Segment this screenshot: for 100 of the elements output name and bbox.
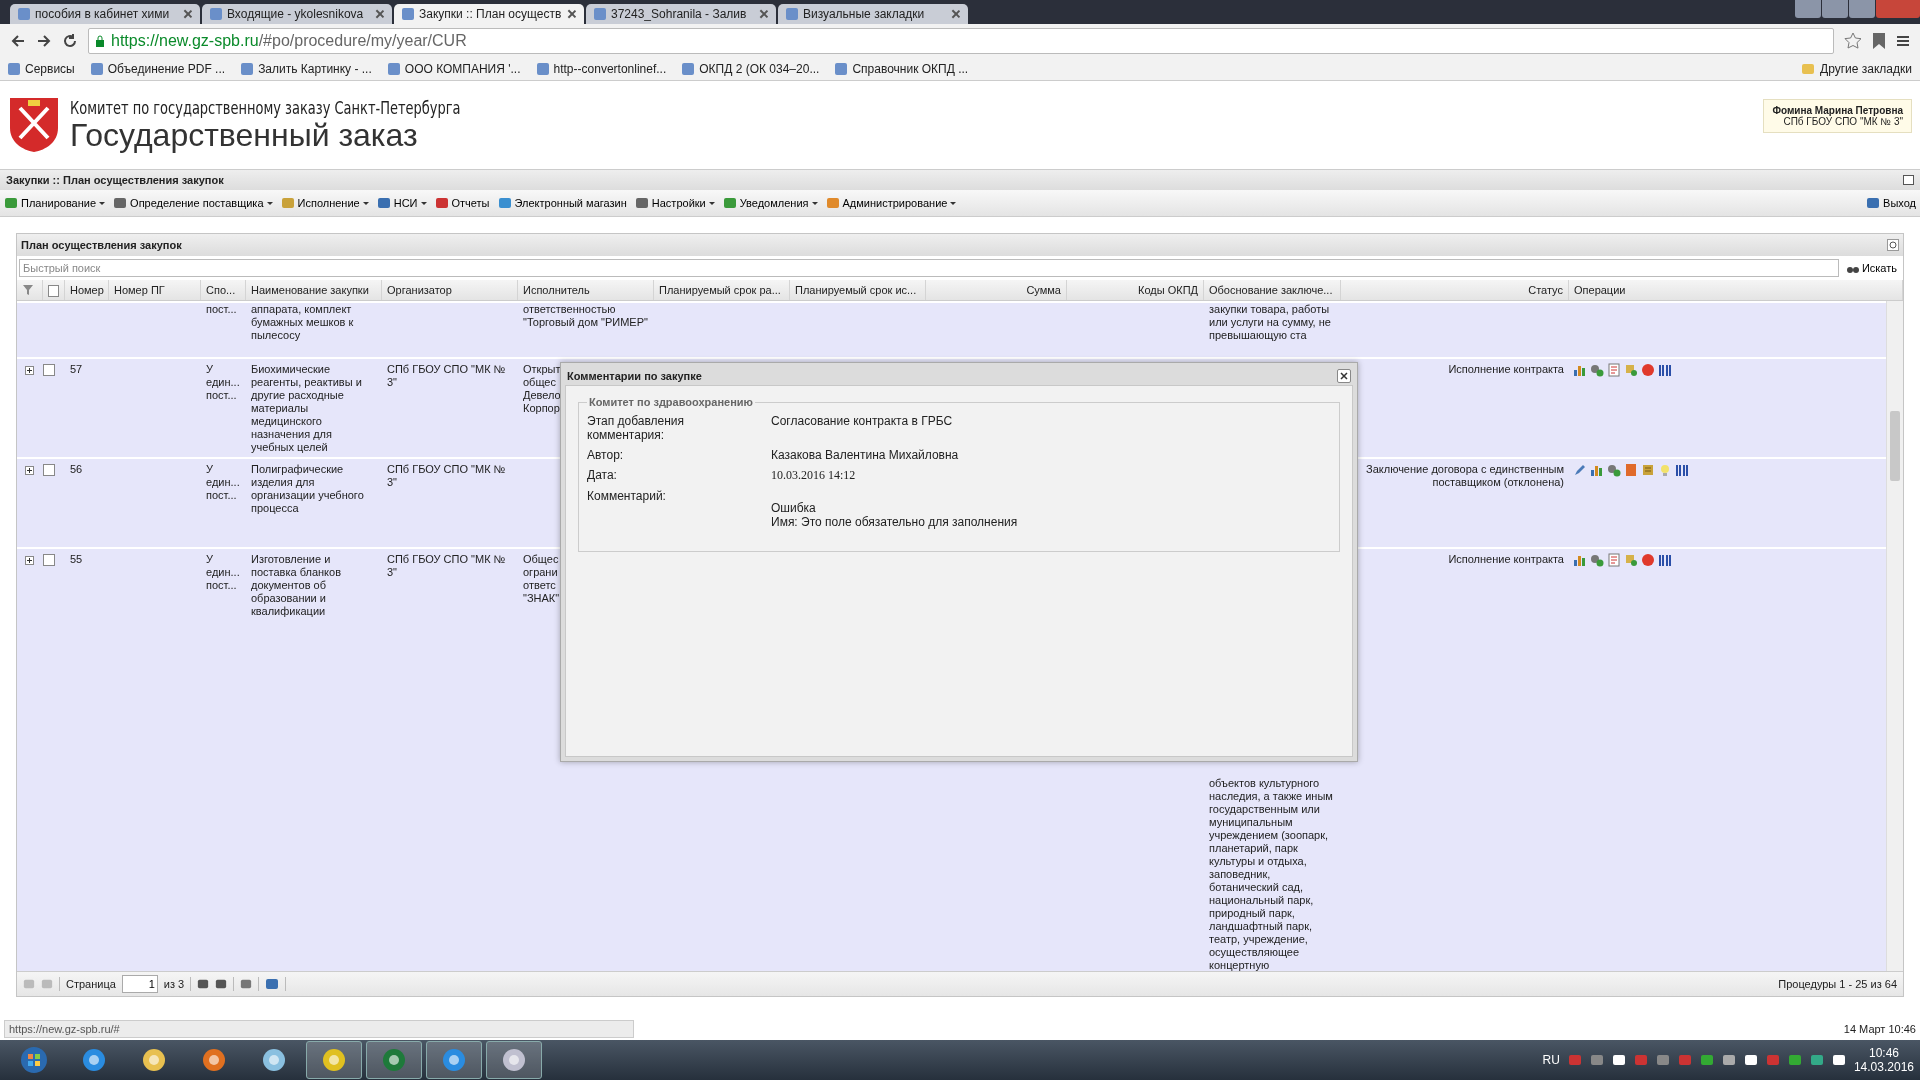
menu-item[interactable]: НСИ xyxy=(376,196,427,210)
close-icon[interactable] xyxy=(760,10,768,18)
browser-tab[interactable]: Визуальные закладки xyxy=(778,4,968,24)
close-icon[interactable] xyxy=(568,10,576,18)
column-header[interactable]: Номер xyxy=(65,280,109,300)
table-cell: СПб ГБОУ СПО "МК № 3" xyxy=(387,463,506,488)
field-value: Ошибка Имя: Это поле обязательно для заполнения xyxy=(771,500,1019,529)
language-indicator[interactable]: RU xyxy=(1542,1053,1560,1067)
menu-item[interactable]: Отчеты xyxy=(434,196,490,210)
back-icon[interactable] xyxy=(10,33,26,49)
row-checkbox[interactable] xyxy=(43,364,55,376)
bookmark-link[interactable]: http--convertonlinef... xyxy=(536,62,667,76)
column-header[interactable]: Организатор xyxy=(382,280,518,300)
menu-item[interactable]: Администрирование xyxy=(825,196,957,210)
column-header[interactable]: Планируемый срок ис... xyxy=(790,280,926,300)
column-header[interactable]: Исполнитель xyxy=(518,280,654,300)
taskbar-app[interactable] xyxy=(486,1041,542,1079)
bar-chart-icon[interactable] xyxy=(1590,463,1604,477)
windows-logo xyxy=(20,1046,48,1074)
table-cell: СПб ГБОУ СПО "МК № 3" xyxy=(387,363,506,388)
column-header[interactable]: Обоснование заключе... xyxy=(1204,280,1341,300)
logout-button[interactable]: Выход xyxy=(1866,196,1916,210)
bookmark-folder[interactable]: Другие закладки xyxy=(1801,62,1912,76)
close-button[interactable] xyxy=(1337,369,1351,383)
close-icon[interactable] xyxy=(952,10,960,18)
address-field[interactable]: https://new.gz-spb.ru/#po/procedure/my/year/CUR xyxy=(88,28,1834,54)
expand-icon[interactable] xyxy=(25,556,34,565)
bookmark-link[interactable]: Объединение PDF ... xyxy=(90,62,226,76)
bookmark-link[interactable]: Справочник ОКПД ... xyxy=(835,62,969,76)
taskbar-app[interactable] xyxy=(426,1041,482,1079)
bookmark-link[interactable]: ООО КОМПАНИЯ '... xyxy=(387,62,521,76)
column-header[interactable]: Сумма xyxy=(926,280,1067,300)
select-all-checkbox[interactable] xyxy=(48,284,59,297)
browser-tab[interactable]: пособия в кабинет хими xyxy=(10,4,200,24)
circle-icon[interactable] xyxy=(1641,553,1655,567)
column-header[interactable]: Статус xyxy=(1341,280,1569,300)
menu-item[interactable]: Исполнение xyxy=(280,196,369,210)
search-button[interactable]: Искать xyxy=(1842,262,1901,274)
column-header[interactable]: Планируемый срок ра... xyxy=(654,280,790,300)
column-header[interactable]: Наименование закупки xyxy=(246,280,382,300)
expand-icon[interactable] xyxy=(25,466,34,475)
scroll-icon[interactable] xyxy=(1641,463,1655,477)
table-cell: аппарата, комплект бумажных мешков к пылесосу xyxy=(251,303,354,341)
column-header[interactable]: Коды ОКПД xyxy=(1067,280,1204,300)
table-cell: 57 xyxy=(70,363,83,375)
bookmark-link[interactable]: Сервисы xyxy=(8,62,75,76)
clock[interactable]: 10:46 14.03.2016 xyxy=(1853,1046,1914,1074)
column-header[interactable]: Спо... xyxy=(201,280,246,300)
page-count: из 3 xyxy=(163,978,185,990)
column-header[interactable]: Операции xyxy=(1569,280,1903,300)
page-label: Страница xyxy=(66,978,116,990)
bookmark-icon[interactable] xyxy=(1872,32,1886,50)
emblem-logo xyxy=(8,96,60,154)
menu-icon[interactable] xyxy=(1896,34,1910,48)
forward-icon[interactable] xyxy=(36,33,52,49)
breadcrumb: Закупки :: План осуществления закупок xyxy=(6,174,225,186)
star-icon[interactable] xyxy=(1844,32,1862,50)
browser-tab[interactable]: 37243_Sohranila - Залив xyxy=(586,4,776,24)
bar-chart-icon[interactable] xyxy=(1573,553,1587,567)
collapse-icon[interactable] xyxy=(1903,175,1914,185)
table-cell: Открыт общес Девело Корпор xyxy=(523,363,561,414)
columns-icon[interactable] xyxy=(1658,363,1672,377)
menu-item[interactable]: Уведомления xyxy=(722,196,818,210)
table-cell: Исполнение контракта xyxy=(1448,363,1564,375)
bookmark-link[interactable]: ОКПД 2 (ОК 034–20... xyxy=(682,62,820,76)
filter-icon[interactable] xyxy=(22,284,34,296)
close-icon[interactable] xyxy=(184,10,192,18)
status-url: https://new.gz-spb.ru/# xyxy=(4,1020,634,1038)
table-cell: Полиграфические изделия для организации учебного процесса xyxy=(251,463,364,514)
menu-item[interactable]: Определение поставщика xyxy=(113,196,273,210)
row-checkbox[interactable] xyxy=(43,554,55,566)
user-info-card: Фомина Марина Петровна СПб ГБОУ СПО "МК № 3" xyxy=(1763,99,1912,133)
browser-tab[interactable]: Входящие - ykolesnikova xyxy=(202,4,392,24)
field-label: Комментарий: xyxy=(587,489,667,505)
column-header[interactable]: Номер ПГ xyxy=(109,280,201,300)
search-field[interactable]: Быстрый поиск xyxy=(19,259,1839,277)
circle-icon[interactable] xyxy=(1641,363,1655,377)
table-cell: закупки товара, работы или услуги на сумму, не превышающую ста xyxy=(1209,303,1331,341)
document-icon[interactable] xyxy=(1607,553,1621,567)
menu-item[interactable]: Настройки xyxy=(634,196,715,210)
menu-item[interactable]: Планирование xyxy=(4,196,106,210)
columns-icon[interactable] xyxy=(1658,553,1672,567)
pencil-icon[interactable] xyxy=(1573,463,1587,477)
columns-icon[interactable] xyxy=(1675,463,1689,477)
expand-icon[interactable] xyxy=(25,366,34,375)
bookmark-link[interactable]: Залить Картинку - ... xyxy=(241,62,372,76)
close-icon[interactable] xyxy=(376,10,384,18)
browser-tab[interactable]: Закупки :: План осуществ xyxy=(394,4,584,24)
table-cell: 55 xyxy=(70,553,83,565)
scrollbar[interactable] xyxy=(1886,301,1903,971)
panel-title: План осуществления закупок xyxy=(21,239,182,251)
menu-item[interactable]: Электронный магазин xyxy=(497,196,627,210)
document-icon[interactable] xyxy=(1607,363,1621,377)
field-value: Казакова Валентина Михайловна xyxy=(771,448,960,462)
status-time: 14 Март 10:46 xyxy=(1843,1023,1916,1035)
reload-icon[interactable] xyxy=(62,33,78,49)
page-field[interactable]: 1 xyxy=(121,975,158,993)
row-checkbox[interactable] xyxy=(43,464,55,476)
taskbar-app[interactable] xyxy=(306,1041,362,1079)
bar-chart-icon[interactable] xyxy=(1573,363,1587,377)
